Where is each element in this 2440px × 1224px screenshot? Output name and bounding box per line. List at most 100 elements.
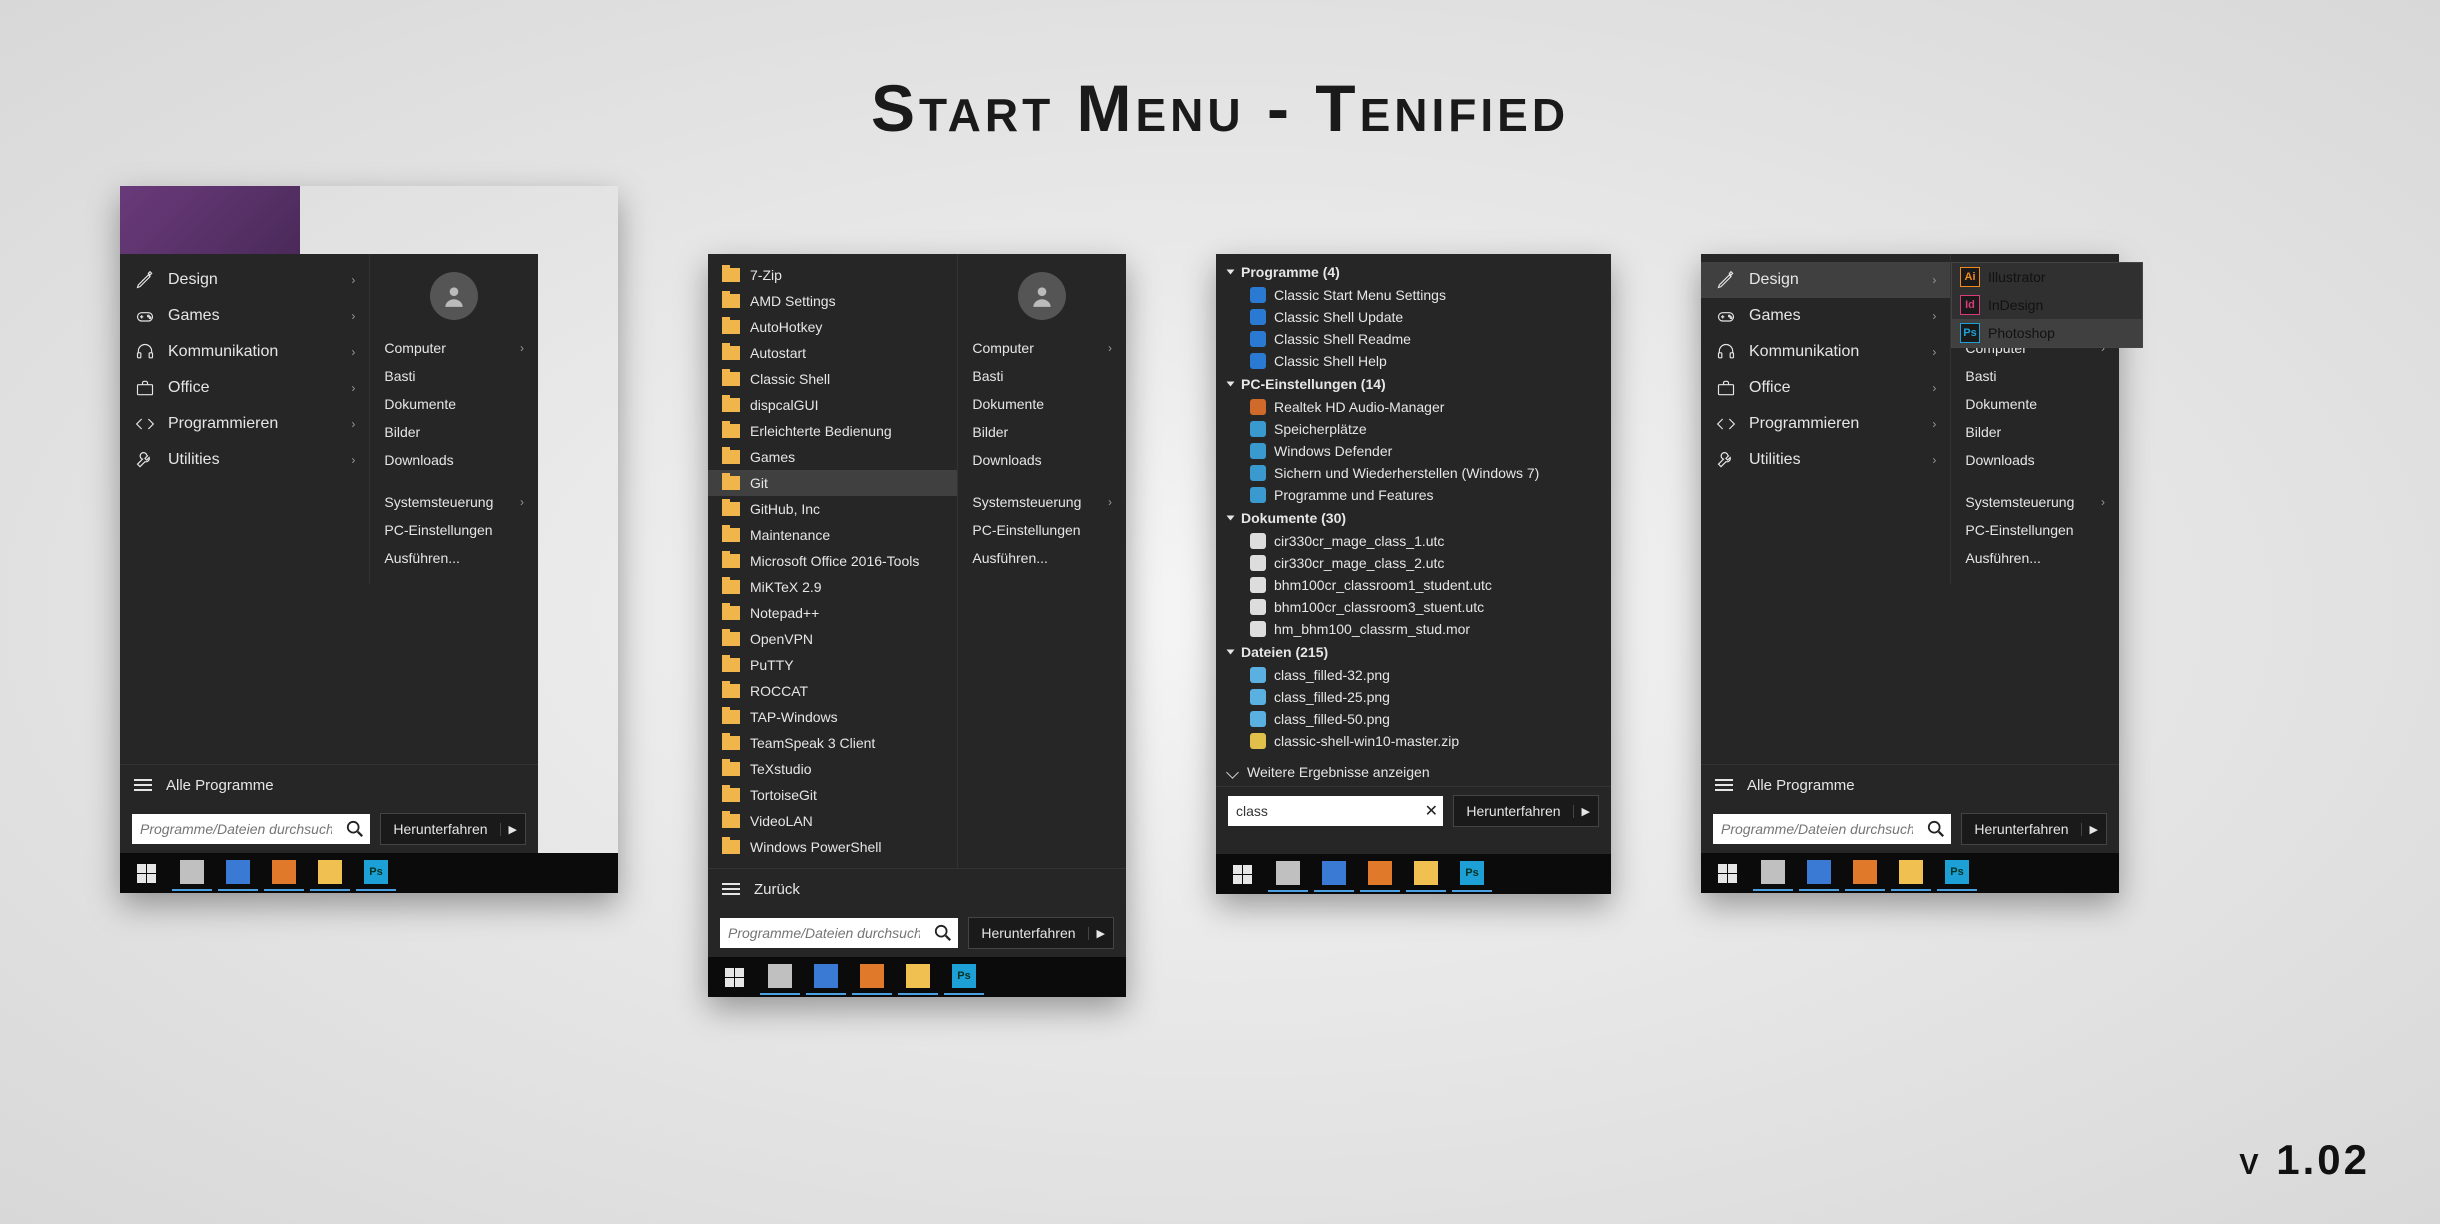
link-basti[interactable]: Basti: [958, 362, 1126, 390]
category-design[interactable]: Design ›: [120, 262, 369, 298]
folder-item[interactable]: ROCCAT: [708, 678, 957, 704]
link-computer[interactable]: Computer ›: [370, 334, 538, 362]
search-field[interactable]: [132, 821, 340, 837]
result-item[interactable]: hm_bhm100_classrm_stud.mor: [1216, 618, 1611, 640]
result-item[interactable]: Programme und Features: [1216, 484, 1611, 506]
category-office[interactable]: Office ›: [1701, 370, 1950, 406]
folder-item[interactable]: AMD Settings: [708, 288, 957, 314]
link-computer[interactable]: Computer ›: [958, 334, 1126, 362]
result-item[interactable]: Classic Start Menu Settings: [1216, 284, 1611, 306]
taskbar-explorer[interactable]: [310, 855, 350, 891]
taskbar-tbird[interactable]: [806, 959, 846, 995]
category-design[interactable]: Design ›: [1701, 262, 1950, 298]
link-basti[interactable]: Basti: [370, 362, 538, 390]
result-item[interactable]: Sichern und Wiederherstellen (Windows 7): [1216, 462, 1611, 484]
folder-item[interactable]: OpenVPN: [708, 626, 957, 652]
taskbar-firefox[interactable]: [264, 855, 304, 891]
taskbar-tbird[interactable]: [1314, 856, 1354, 892]
search-input[interactable]: [720, 918, 958, 948]
search-field[interactable]: [1713, 821, 1921, 837]
all-programs-button[interactable]: Alle Programme: [120, 765, 538, 805]
category-programmieren[interactable]: Programmieren ›: [120, 406, 369, 442]
link-pceinstellungen[interactable]: PC-Einstellungen: [370, 516, 538, 544]
category-programmieren[interactable]: Programmieren ›: [1701, 406, 1950, 442]
search-field[interactable]: [1228, 803, 1419, 819]
category-office[interactable]: Office ›: [120, 370, 369, 406]
link-dokumente[interactable]: Dokumente: [958, 390, 1126, 418]
result-item[interactable]: Speicherplätze: [1216, 418, 1611, 440]
clear-icon[interactable]: ✕: [1419, 801, 1443, 821]
result-item[interactable]: Classic Shell Help: [1216, 350, 1611, 372]
folder-item[interactable]: GitHub, Inc: [708, 496, 957, 522]
taskbar-tbird[interactable]: [218, 855, 258, 891]
shutdown-button[interactable]: Herunterfahren ▶: [1453, 795, 1599, 827]
link-downloads[interactable]: Downloads: [958, 446, 1126, 474]
taskbar-fox[interactable]: [1268, 856, 1308, 892]
result-group[interactable]: Dateien (215): [1216, 640, 1611, 664]
shutdown-button[interactable]: Herunterfahren ▶: [1961, 813, 2107, 845]
category-kommunikation[interactable]: Kommunikation ›: [120, 334, 369, 370]
link-bilder[interactable]: Bilder: [370, 418, 538, 446]
folder-item[interactable]: Windows PowerShell: [708, 834, 957, 860]
folder-item[interactable]: Classic Shell: [708, 366, 957, 392]
folder-item[interactable]: dispcalGUI: [708, 392, 957, 418]
flyout-item-illustrator[interactable]: Ai Illustrator: [1952, 263, 2142, 291]
folder-item[interactable]: TortoiseGit: [708, 782, 957, 808]
link-pceinstellungen[interactable]: PC-Einstellungen: [958, 516, 1126, 544]
taskbar-firefox[interactable]: [852, 959, 892, 995]
taskbar-ps[interactable]: Ps: [1937, 855, 1977, 891]
taskbar-win[interactable]: [126, 856, 166, 890]
taskbar-explorer[interactable]: [1891, 855, 1931, 891]
more-results-link[interactable]: Weitere Ergebnisse anzeigen: [1216, 758, 1611, 786]
chevron-right-icon[interactable]: ▶: [2081, 823, 2106, 836]
link-dokumente[interactable]: Dokumente: [1951, 390, 2119, 418]
category-utilities[interactable]: Utilities ›: [1701, 442, 1950, 478]
taskbar-ps[interactable]: Ps: [356, 855, 396, 891]
chevron-right-icon[interactable]: ▶: [500, 823, 525, 836]
folder-item[interactable]: Games: [708, 444, 957, 470]
taskbar-fox[interactable]: [172, 855, 212, 891]
user-avatar[interactable]: [1018, 272, 1066, 320]
chevron-right-icon[interactable]: ▶: [1088, 927, 1113, 940]
folder-item[interactable]: Erleichterte Bedienung: [708, 418, 957, 444]
result-item[interactable]: Realtek HD Audio-Manager: [1216, 396, 1611, 418]
link-systemsteuerung[interactable]: Systemsteuerung ›: [370, 488, 538, 516]
folder-item[interactable]: VideoLAN: [708, 808, 957, 834]
result-item[interactable]: cir330cr_mage_class_2.utc: [1216, 552, 1611, 574]
shutdown-button[interactable]: Herunterfahren ▶: [968, 917, 1114, 949]
link-ausfhren[interactable]: Ausführen...: [370, 544, 538, 572]
chevron-right-icon[interactable]: ▶: [1573, 805, 1598, 818]
search-field[interactable]: [720, 925, 928, 941]
category-kommunikation[interactable]: Kommunikation ›: [1701, 334, 1950, 370]
taskbar-win[interactable]: [1707, 856, 1747, 890]
user-avatar[interactable]: [430, 272, 478, 320]
search-input[interactable]: [132, 814, 370, 844]
folder-item[interactable]: MiKTeX 2.9: [708, 574, 957, 600]
link-ausfhren[interactable]: Ausführen...: [1951, 544, 2119, 572]
result-group[interactable]: PC-Einstellungen (14): [1216, 372, 1611, 396]
link-bilder[interactable]: Bilder: [958, 418, 1126, 446]
taskbar-explorer[interactable]: [898, 959, 938, 995]
shutdown-button[interactable]: Herunterfahren ▶: [380, 813, 526, 845]
taskbar-tbird[interactable]: [1799, 855, 1839, 891]
taskbar-firefox[interactable]: [1845, 855, 1885, 891]
folder-item[interactable]: TeamSpeak 3 Client: [708, 730, 957, 756]
taskbar-ps[interactable]: Ps: [1452, 856, 1492, 892]
folder-item[interactable]: TAP-Windows: [708, 704, 957, 730]
folder-item[interactable]: TeXstudio: [708, 756, 957, 782]
link-systemsteuerung[interactable]: Systemsteuerung ›: [1951, 488, 2119, 516]
taskbar-win[interactable]: [1222, 857, 1262, 891]
link-dokumente[interactable]: Dokumente: [370, 390, 538, 418]
all-programs-button[interactable]: Alle Programme: [1701, 765, 2119, 805]
result-item[interactable]: cir330cr_mage_class_1.utc: [1216, 530, 1611, 552]
folder-item[interactable]: AutoHotkey: [708, 314, 957, 340]
link-ausfhren[interactable]: Ausführen...: [958, 544, 1126, 572]
result-item[interactable]: Windows Defender: [1216, 440, 1611, 462]
folder-item[interactable]: PuTTY: [708, 652, 957, 678]
link-downloads[interactable]: Downloads: [1951, 446, 2119, 474]
category-games[interactable]: Games ›: [120, 298, 369, 334]
link-pceinstellungen[interactable]: PC-Einstellungen: [1951, 516, 2119, 544]
folder-item[interactable]: Microsoft Office 2016-Tools: [708, 548, 957, 574]
category-utilities[interactable]: Utilities ›: [120, 442, 369, 478]
result-item[interactable]: class_filled-25.png: [1216, 686, 1611, 708]
